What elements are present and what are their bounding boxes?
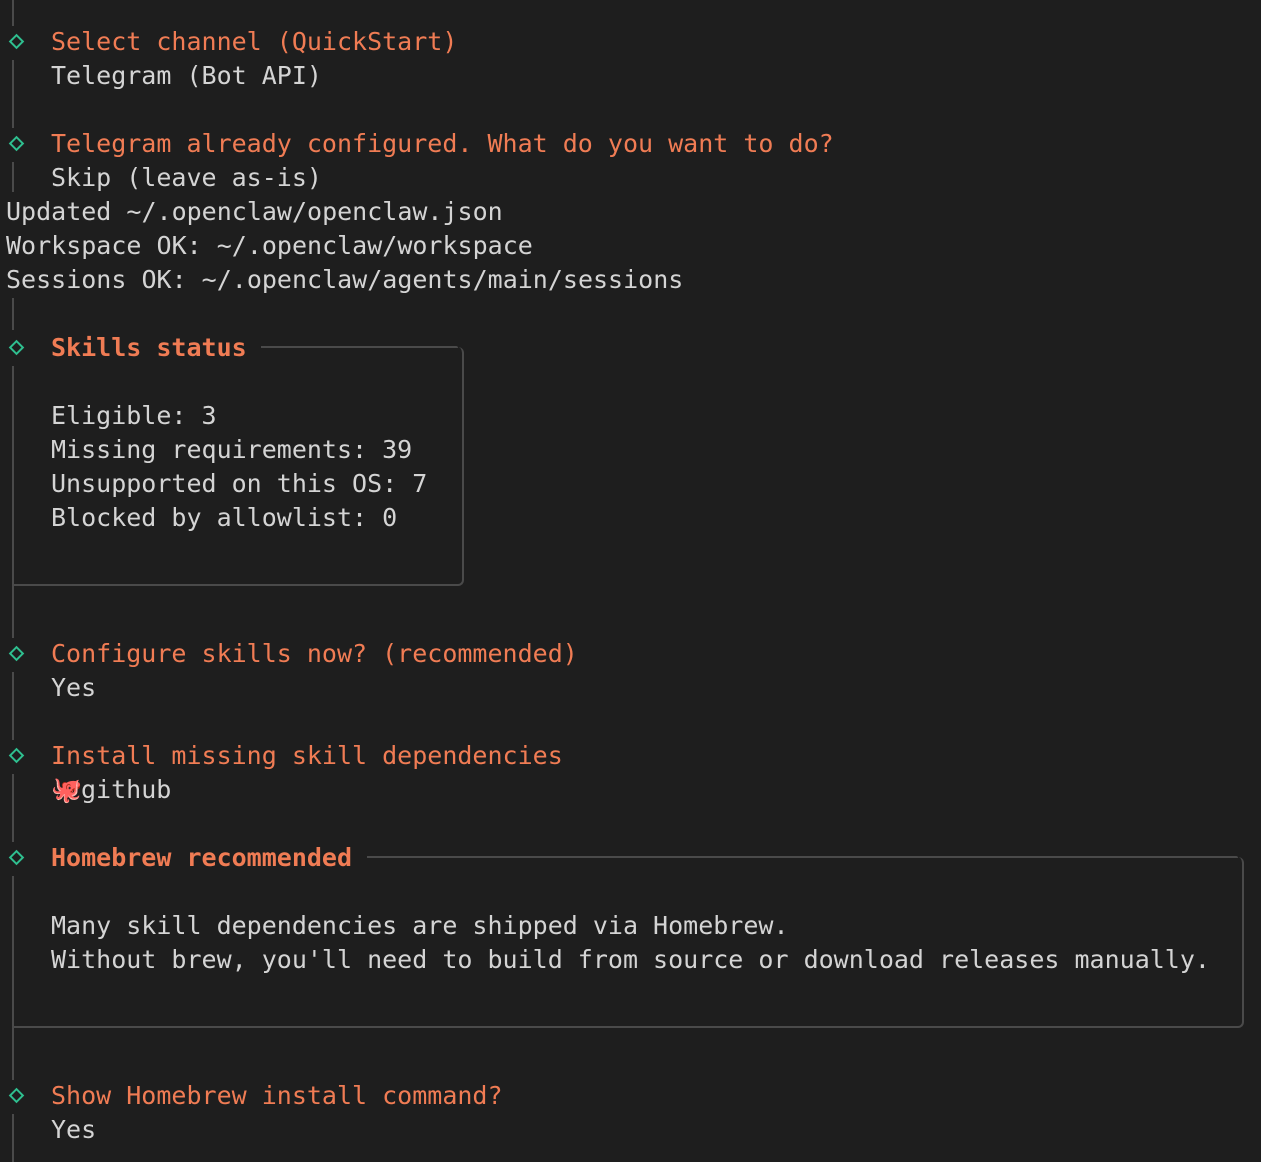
- rail-segment: [12, 60, 14, 128]
- configure-skills-answer: Yes: [51, 673, 97, 702]
- step-diamond-icon: [8, 135, 25, 152]
- step-diamond-icon: [8, 1087, 25, 1104]
- terminal-window: Select channel (QuickStart) Telegram (Bo…: [0, 0, 1261, 1162]
- select-channel-prompt: Select channel (QuickStart): [51, 27, 458, 56]
- homebrew-line-1: Many skill dependencies are shipped via …: [51, 911, 789, 940]
- box-top-border: [261, 346, 458, 348]
- sessions-line: Sessions OK: ~/.openclaw/agents/main/ses…: [6, 265, 684, 294]
- updated-line: Updated ~/.openclaw/openclaw.json: [6, 197, 503, 226]
- telegram-prompt: Telegram already configured. What do you…: [51, 129, 834, 158]
- rail-segment: [12, 298, 14, 330]
- homebrew-title: Homebrew recommended: [51, 843, 353, 872]
- workspace-line: Workspace OK: ~/.openclaw/workspace: [6, 231, 533, 260]
- install-deps-prompt: Install missing skill dependencies: [51, 741, 563, 770]
- step-diamond-icon: [8, 747, 25, 764]
- skills-missing: Missing requirements: 39: [51, 435, 413, 464]
- install-deps-answer: 🐙github: [51, 773, 171, 807]
- step-diamond-icon: [8, 33, 25, 50]
- rail-segment: [12, 0, 14, 26]
- rail-segment: [12, 1114, 14, 1162]
- select-channel-answer: Telegram (Bot API): [51, 61, 322, 90]
- telegram-answer: Skip (leave as-is): [51, 163, 322, 192]
- step-diamond-icon: [8, 645, 25, 662]
- homebrew-line-2: Without brew, you'll need to build from …: [51, 945, 1210, 974]
- skills-status-title: Skills status: [51, 333, 247, 362]
- rail-segment: [12, 162, 14, 192]
- skills-blocked: Blocked by allowlist: 0: [51, 503, 398, 532]
- octopus-icon: 🐙: [51, 775, 83, 804]
- dependency-name: github: [81, 775, 172, 804]
- configure-skills-prompt: Configure skills now? (recommended): [51, 639, 578, 668]
- box-top-border: [367, 856, 1238, 858]
- show-command-prompt: Show Homebrew install command?: [51, 1081, 503, 1110]
- skills-unsupported: Unsupported on this OS: 7: [51, 469, 428, 498]
- show-command-answer: Yes: [51, 1115, 97, 1144]
- rail-segment: [12, 774, 14, 842]
- rail-segment: [12, 672, 14, 740]
- skills-eligible: Eligible: 3: [51, 401, 217, 430]
